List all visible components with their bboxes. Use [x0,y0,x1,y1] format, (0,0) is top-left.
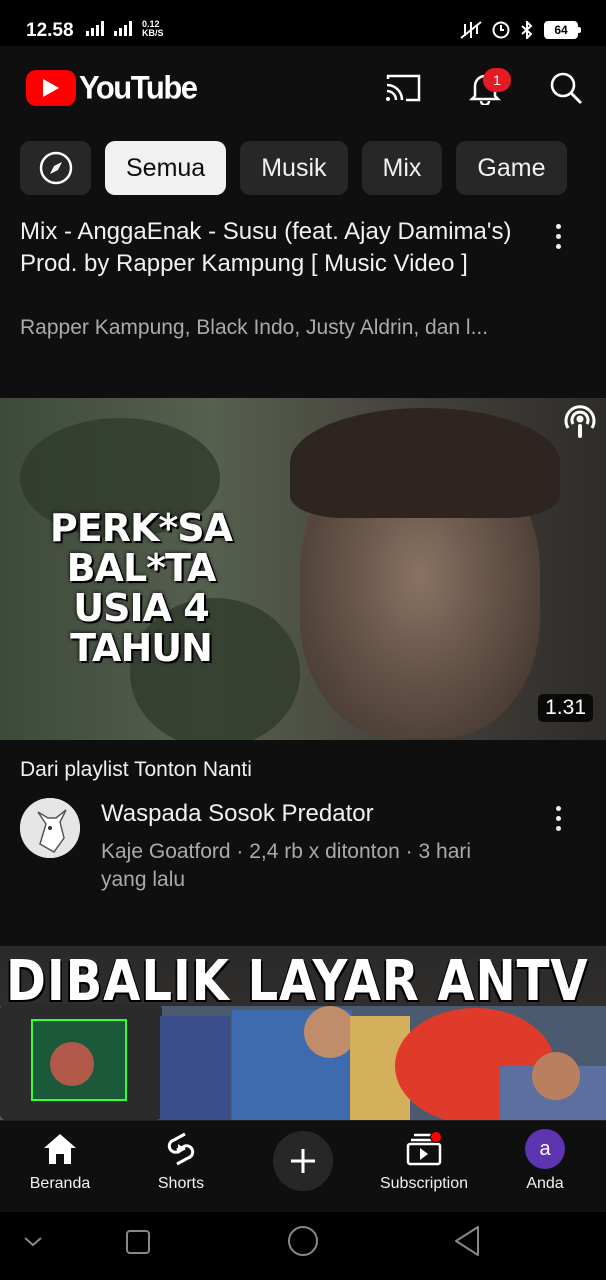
thumbnail-text: PERK*SA BAL*TA USIA 4 TAHUN [49,506,233,670]
mix-subtitle: Rapper Kampung, Black Indo, Justy Aldrin… [20,316,489,339]
battery-icon: 64 [544,21,581,39]
system-navigation [0,1212,606,1280]
video-thumbnail-2[interactable]: DIBALIK LAYAR ANTV [0,946,606,1120]
chip-semua[interactable]: Semua [105,141,227,195]
goat-avatar-icon [20,798,80,858]
subscription-new-dot [430,1131,442,1143]
mute-icon [460,21,482,39]
video-duration: 1.31 [538,694,593,722]
search-button[interactable] [546,68,586,108]
status-bar: 12.58 0.12 KB/S 64 [0,0,606,46]
subscriptions-icon [404,1129,444,1169]
dot [555,815,561,821]
video-more-button[interactable] [543,798,573,838]
home-icon [40,1129,80,1169]
app-header: YouTube 1 [0,46,606,132]
logo-text: YouTube [79,69,198,106]
network-indicators [86,20,136,36]
nav-shorts-label: Shorts [157,1175,205,1192]
podcast-icon [564,405,596,438]
shorts-icon [161,1129,201,1169]
bluetooth-icon [521,21,533,39]
create-button[interactable] [273,1131,333,1191]
dot [555,223,561,229]
home-button-icon[interactable] [286,1224,320,1258]
youtube-logo[interactable]: YouTube [26,69,198,106]
chip-game[interactable]: Game [456,141,567,195]
nav-subscription-label: Subscription [379,1175,469,1192]
speed-unit: KB/S [142,28,164,38]
recents-button-icon[interactable] [124,1228,152,1256]
video-thumbnail-1[interactable]: PERK*SA BAL*TA USIA 4 TAHUN [0,398,606,740]
chevron-down-icon[interactable] [22,1232,44,1250]
alarm-icon [492,21,510,39]
nav-home-label: Beranda [29,1175,91,1192]
video-meta: Kaje Goatford · 2,4 rb x ditonton · 3 ha… [101,840,472,891]
notifications-button[interactable]: 1 [465,68,511,108]
back-button-icon[interactable] [452,1224,482,1258]
signal-icon-2 [114,21,132,36]
dot [555,243,561,249]
chip-musik[interactable]: Musik [240,141,348,195]
plus-icon [291,1149,315,1173]
nav-you-label: Anda [526,1175,564,1192]
signal-icon [86,21,104,36]
thumbnail-hair [290,408,560,518]
thumbnail-text-2: DIBALIK LAYAR ANTV [6,949,589,1014]
playlist-note: Dari playlist Tonton Nanti [20,758,252,781]
channel-avatar[interactable] [20,798,80,858]
nav-subscription[interactable]: Subscription [369,1129,479,1193]
mix-more-button[interactable] [543,216,573,256]
video-title[interactable]: Waspada Sosok Predator [101,800,374,828]
nav-you[interactable]: a Anda [490,1129,600,1193]
status-right: 64 [460,21,581,39]
youtube-play-icon [26,70,76,106]
dot [555,233,561,239]
status-time: 12.58 [26,20,74,41]
chip-mix[interactable]: Mix [361,141,443,195]
filter-chips: Semua Musik Mix Game [20,141,567,195]
bottom-navigation: Beranda Shorts Subscription a Anda [0,1120,606,1213]
explore-chip[interactable] [20,141,91,195]
network-speed: 0.12 KB/S [142,20,164,38]
search-icon [550,72,582,104]
mix-title[interactable]: Mix - AnggaEnak - Susu (feat. Ajay Damim… [20,216,520,280]
nav-shorts[interactable]: Shorts [126,1129,236,1193]
cast-icon [386,74,421,102]
compass-icon [39,151,72,185]
nav-home[interactable]: Beranda [5,1129,115,1193]
dot [555,825,561,831]
cast-button[interactable] [383,68,423,108]
dot [555,805,561,811]
user-avatar: a [525,1129,565,1169]
notification-badge: 1 [483,68,511,92]
